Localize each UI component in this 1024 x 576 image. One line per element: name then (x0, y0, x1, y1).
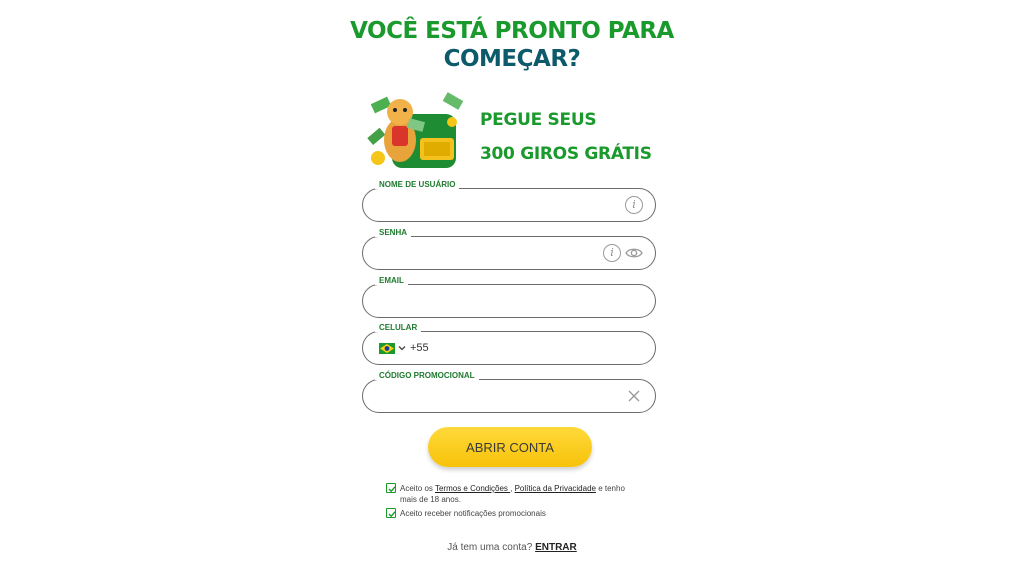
promo-code-field[interactable]: CÓDIGO PROMOCIONAL (362, 371, 656, 413)
promo-line2: 300 GIROS GRÁTIS (480, 144, 652, 164)
promo-code-label: CÓDIGO PROMOCIONAL (375, 371, 479, 380)
promo-line1: PEGUE SEUS (480, 110, 597, 130)
privacy-policy-link[interactable]: Política da Privacidade (515, 484, 596, 493)
tiger-money-illustration (367, 92, 464, 168)
login-prompt: Já tem uma conta? ENTRAR (0, 542, 1024, 553)
check-icon (388, 486, 396, 493)
notifications-checkbox[interactable] (386, 508, 396, 518)
username-input[interactable] (377, 195, 601, 217)
terms-text: Aceito os Termos e Condições , Política … (400, 483, 640, 505)
email-label: EMAIL (375, 276, 408, 285)
info-icon[interactable]: i (603, 244, 621, 262)
username-field[interactable]: NOME DE USUÁRIO i (362, 180, 656, 222)
email-input[interactable] (377, 291, 601, 313)
phone-prefix: +55 (410, 342, 429, 354)
password-field[interactable]: SENHA i (362, 228, 656, 270)
email-field[interactable]: EMAIL (362, 276, 656, 318)
eye-icon[interactable] (625, 246, 643, 260)
check-icon (388, 511, 396, 518)
password-input[interactable] (377, 243, 601, 265)
phone-input[interactable] (439, 338, 623, 360)
username-label: NOME DE USUÁRIO (375, 180, 460, 189)
terms-checkbox[interactable] (386, 483, 396, 493)
login-link[interactable]: ENTRAR (535, 542, 577, 553)
open-account-button[interactable]: ABRIR CONTA (428, 427, 592, 467)
brazil-flag-icon[interactable] (379, 343, 395, 354)
phone-field[interactable]: CELULAR +55 (362, 323, 656, 365)
notifications-text: Aceito receber notificações promocionais (400, 509, 546, 518)
page-title-line1: VOCÊ ESTÁ PRONTO PARA (350, 18, 674, 44)
phone-label: CELULAR (375, 323, 422, 332)
terms-link[interactable]: Termos e Condições (435, 484, 510, 493)
login-question: Já tem uma conta? (447, 542, 536, 553)
terms-prefix: Aceito os (400, 484, 435, 493)
page-title-line2: COMEÇAR? (443, 46, 581, 72)
promo-code-input[interactable] (377, 386, 601, 408)
password-label: SENHA (375, 228, 412, 237)
chevron-down-icon[interactable] (398, 344, 406, 352)
close-icon[interactable] (627, 389, 641, 403)
info-icon[interactable]: i (625, 196, 643, 214)
